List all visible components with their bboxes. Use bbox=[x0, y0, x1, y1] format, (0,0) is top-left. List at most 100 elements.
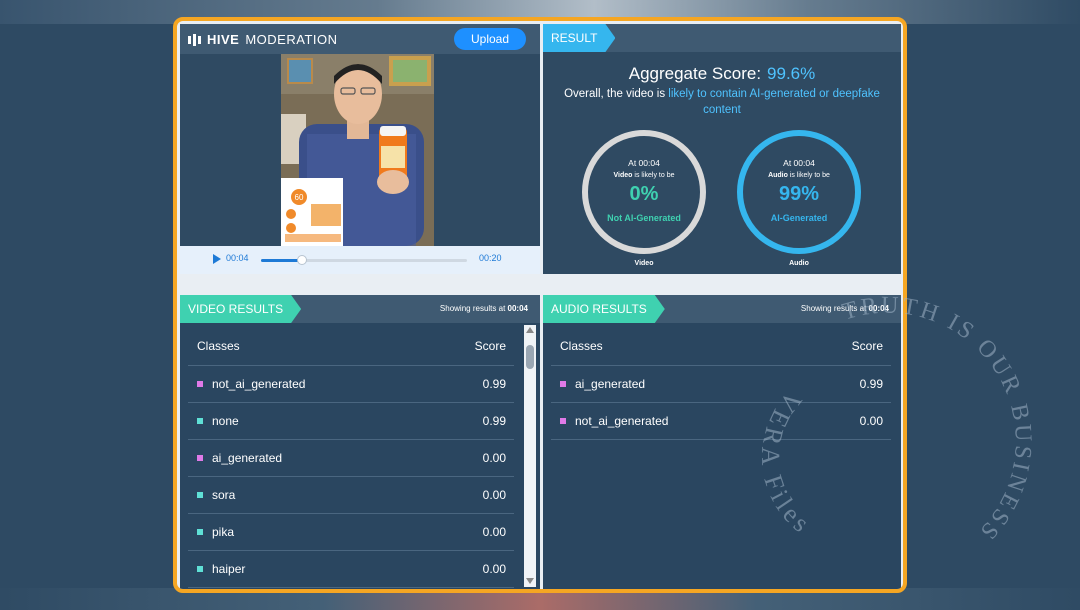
audio-gauge-class: AI-Generated bbox=[770, 213, 828, 223]
scroll-thumb[interactable] bbox=[526, 345, 534, 369]
seek-bar-progress bbox=[261, 259, 303, 262]
video-gauge-likely: Video is likely to be bbox=[588, 172, 700, 179]
video-results-header: VIDEO RESULTS Showing results at 00:04 bbox=[180, 295, 540, 323]
hive-logo: HIVE MODERATION bbox=[188, 32, 338, 47]
table-row: not_ai_generated 0.99 bbox=[188, 366, 514, 403]
upload-button[interactable]: Upload bbox=[454, 28, 526, 50]
audio-gauge-subject: Audio bbox=[768, 172, 788, 179]
aggregate-label: Aggregate Score: bbox=[628, 64, 762, 83]
scroll-up-icon[interactable] bbox=[526, 327, 534, 333]
hive-moderation-window: HIVE MODERATION Upload 60 00:04 00:20 RE… bbox=[173, 17, 907, 593]
class-color-icon bbox=[197, 455, 203, 461]
audio-gauge-time: At 00:04 bbox=[783, 158, 815, 168]
thumbnail-60: 60 bbox=[295, 193, 304, 202]
class-color-icon bbox=[197, 492, 203, 498]
video-showing-time: 00:04 bbox=[507, 304, 528, 313]
result-header: RESULT bbox=[543, 24, 901, 52]
class-label: none bbox=[212, 414, 239, 428]
audio-showing-prefix: Showing results at bbox=[800, 304, 867, 313]
col-score: Score bbox=[474, 339, 506, 353]
table-row: not_ai_generated 0.00 bbox=[551, 403, 891, 440]
table-row: ai_generated 0.99 bbox=[551, 366, 891, 403]
video-results-panel: VIDEO RESULTS Showing results at 00:04 C… bbox=[180, 295, 540, 589]
class-label: haiper bbox=[212, 562, 246, 576]
class-name: none bbox=[197, 414, 239, 428]
audio-showing-time: 00:04 bbox=[868, 304, 889, 313]
class-score: 0.00 bbox=[482, 488, 506, 502]
current-time: 00:04 bbox=[226, 253, 249, 263]
table-row: haiper 0.00 bbox=[188, 551, 514, 588]
col-score: Score bbox=[851, 339, 883, 353]
app-header: HIVE MODERATION Upload bbox=[180, 24, 540, 54]
video-gauge: At 00:04 Video is likely to be 0% Not AI… bbox=[582, 130, 706, 254]
result-panel: RESULT Aggregate Score: 99.6% Overall, th… bbox=[543, 24, 901, 274]
class-label: ai_generated bbox=[212, 451, 283, 465]
audio-results-header: AUDIO RESULTS Showing results at 00:04 bbox=[543, 295, 901, 323]
audio-results-panel: AUDIO RESULTS Showing results at 00:04 C… bbox=[543, 295, 901, 589]
class-name: pika bbox=[197, 525, 234, 539]
col-classes: Classes bbox=[197, 339, 240, 353]
summary-prefix: Overall, the video is bbox=[564, 88, 666, 100]
video-gauge-percent: 0% bbox=[629, 183, 659, 205]
audio-results-table: Classes Score ai_generated 0.99 not_ai_gen… bbox=[551, 325, 891, 440]
audio-gauge-percent: 99% bbox=[778, 183, 820, 205]
video-gauge-caption: Video bbox=[634, 260, 654, 267]
logo-bold-text: HIVE bbox=[207, 32, 240, 47]
video-results-tag: VIDEO RESULTS bbox=[180, 295, 301, 323]
class-label: not_ai_generated bbox=[575, 414, 669, 428]
class-color-icon bbox=[560, 418, 566, 424]
video-frame[interactable]: 60 bbox=[281, 54, 434, 246]
class-color-icon bbox=[197, 418, 203, 424]
video-results-scrollbar[interactable] bbox=[524, 325, 536, 587]
audio-gauge-likely: Audio is likely to be bbox=[743, 172, 855, 179]
aggregate-value: 99.6% bbox=[767, 64, 816, 83]
class-name: ai_generated bbox=[560, 377, 645, 391]
video-results-showing: Showing results at 00:04 bbox=[440, 304, 528, 313]
video-gauge-likely-text: is likely to be bbox=[634, 172, 675, 179]
seek-handle[interactable] bbox=[297, 255, 308, 265]
class-name: ai_generated bbox=[197, 451, 282, 465]
class-label: ai_generated bbox=[575, 377, 646, 391]
duration: 00:20 bbox=[479, 253, 502, 263]
video-still: 60 bbox=[281, 54, 434, 246]
table-row: ai_generated 0.00 bbox=[188, 440, 514, 477]
audio-results-showing: Showing results at 00:04 bbox=[801, 304, 889, 313]
class-score: 0.00 bbox=[482, 525, 506, 539]
class-label: not_ai_generated bbox=[212, 377, 306, 391]
class-score: 0.99 bbox=[482, 377, 506, 391]
table-row: sora 0.00 bbox=[188, 477, 514, 514]
video-gauge-subject: Video bbox=[613, 172, 633, 179]
class-label: sora bbox=[212, 488, 236, 502]
class-name: sora bbox=[197, 488, 235, 502]
class-color-icon bbox=[197, 566, 203, 572]
player-controls: 00:04 00:20 bbox=[180, 246, 540, 274]
video-results-table: Classes Score not_ai_generated 0.99 none 0.… bbox=[188, 325, 514, 588]
aggregate-score: Aggregate Score: 99.6% bbox=[543, 64, 901, 84]
class-name: not_ai_generated bbox=[197, 377, 305, 391]
play-icon[interactable] bbox=[213, 254, 221, 264]
table-row: pika 0.00 bbox=[188, 514, 514, 551]
class-label: pika bbox=[212, 525, 235, 539]
seek-bar[interactable] bbox=[261, 255, 467, 265]
class-score: 0.00 bbox=[482, 562, 506, 576]
class-score: 0.99 bbox=[482, 414, 506, 428]
class-color-icon bbox=[197, 381, 203, 387]
video-showing-prefix: Showing results at bbox=[439, 304, 506, 313]
audio-gauge-caption: Audio bbox=[789, 260, 809, 267]
video-gauge-time: At 00:04 bbox=[628, 158, 660, 168]
class-score: 0.00 bbox=[482, 451, 506, 465]
video-player-panel: HIVE MODERATION Upload 60 00:04 00:20 bbox=[180, 24, 540, 274]
class-name: not_ai_generated bbox=[560, 414, 668, 428]
scroll-down-icon[interactable] bbox=[526, 578, 534, 584]
table-row: none 0.99 bbox=[188, 403, 514, 440]
audio-gauge-likely-text: is likely to be bbox=[789, 172, 830, 179]
class-name: haiper bbox=[197, 562, 245, 576]
aggregate-summary: Overall, the video is likely to contain … bbox=[553, 86, 891, 118]
video-gauge-class: Not AI-Generated bbox=[607, 213, 681, 223]
result-tag: RESULT bbox=[543, 24, 615, 52]
class-score: 0.00 bbox=[859, 414, 883, 428]
audio-results-tag: AUDIO RESULTS bbox=[543, 295, 665, 323]
class-score: 0.99 bbox=[859, 377, 883, 391]
class-color-icon bbox=[197, 529, 203, 535]
hive-logo-icon bbox=[188, 33, 201, 46]
